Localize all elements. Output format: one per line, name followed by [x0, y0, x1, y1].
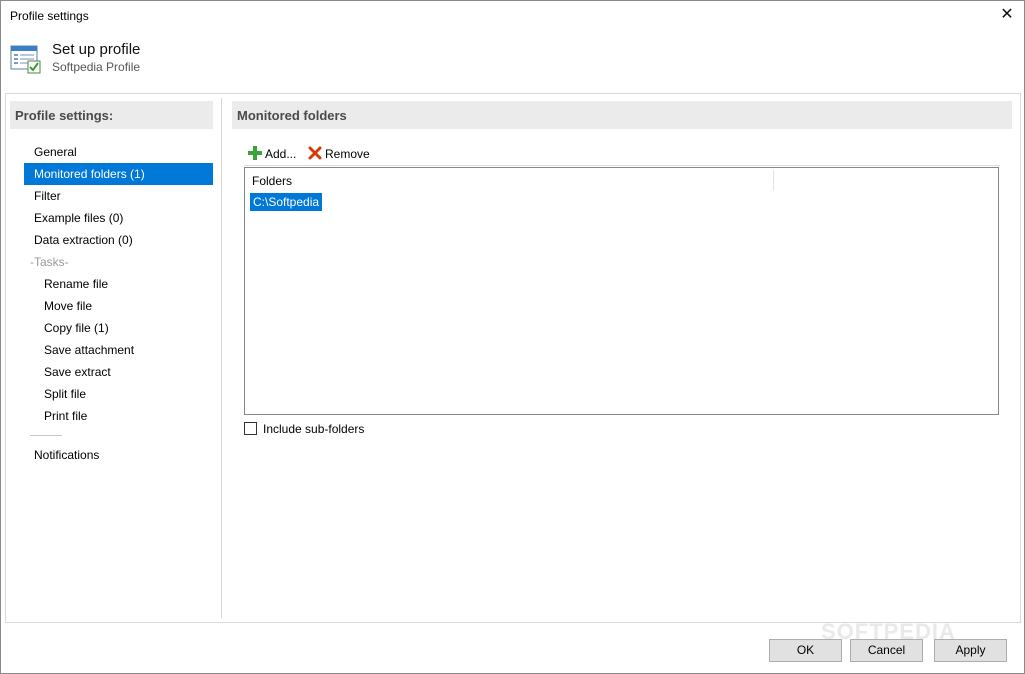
title-bar: Profile settings ✕	[1, 1, 1024, 31]
nav-heading: Profile settings:	[10, 101, 213, 129]
nav-item-rename-file[interactable]: Rename file	[24, 273, 213, 295]
panel-divider[interactable]	[221, 98, 222, 618]
nav-heading-label: Profile settings:	[15, 108, 114, 123]
remove-button[interactable]: Remove	[308, 145, 370, 163]
column-divider[interactable]	[773, 170, 774, 191]
nav-item-copy-file[interactable]: Copy file (1)	[24, 317, 213, 339]
add-button[interactable]: Add...	[248, 145, 296, 163]
add-button-label: Add...	[265, 147, 297, 161]
nav-item-general[interactable]: General	[24, 141, 213, 163]
folders-column-header[interactable]: Folders	[245, 168, 998, 192]
content-area: Profile settings: General Monitored fold…	[5, 93, 1021, 623]
folders-toolbar: Add... Remove	[244, 143, 1000, 166]
header-title: Set up profile	[52, 41, 141, 58]
nav-item-filter[interactable]: Filter	[24, 185, 213, 207]
folders-list[interactable]: Folders C:\Softpedia	[244, 167, 999, 415]
nav-separator	[24, 427, 213, 444]
nav-item-example-files[interactable]: Example files (0)	[24, 207, 213, 229]
tasks-group-label: -Tasks-	[30, 255, 69, 269]
add-icon	[248, 146, 262, 160]
nav-item-notifications[interactable]: Notifications	[24, 444, 213, 466]
nav-item-save-attachment[interactable]: Save attachment	[24, 339, 213, 361]
apply-button[interactable]: Apply	[934, 639, 1007, 662]
header-subtitle: Softpedia Profile	[52, 60, 141, 74]
close-icon[interactable]: ✕	[998, 6, 1016, 24]
section-heading: Monitored folders	[232, 101, 1012, 129]
dialog-header: Set up profile Softpedia Profile	[1, 31, 1024, 91]
monitored-folders-panel: Monitored folders Add... Remove Folders …	[232, 101, 1012, 617]
cancel-button[interactable]: Cancel	[850, 639, 923, 662]
remove-button-label: Remove	[325, 147, 370, 161]
nav-item-data-extraction[interactable]: Data extraction (0)	[24, 229, 213, 251]
checkbox-box[interactable]	[244, 422, 257, 435]
folder-row[interactable]: C:\Softpedia	[250, 193, 323, 211]
nav-item-move-file[interactable]: Move file	[24, 295, 213, 317]
window-title: Profile settings	[10, 9, 89, 23]
settings-nav-panel: Profile settings: General Monitored fold…	[10, 101, 213, 617]
include-subfolders-checkbox[interactable]: Include sub-folders	[244, 421, 364, 437]
ok-button[interactable]: OK	[769, 639, 842, 662]
remove-icon	[308, 146, 322, 160]
nav-item-split-file[interactable]: Split file	[24, 383, 213, 405]
profile-settings-window: Profile settings ✕ Set up profile Softpe…	[0, 0, 1025, 674]
nav-item-print-file[interactable]: Print file	[24, 405, 213, 427]
profile-window-icon	[10, 45, 41, 74]
section-heading-label: Monitored folders	[237, 108, 347, 123]
nav-item-save-extract[interactable]: Save extract	[24, 361, 213, 383]
settings-nav: General Monitored folders (1) Filter Exa…	[24, 141, 213, 466]
include-subfolders-label: Include sub-folders	[263, 422, 365, 436]
nav-item-monitored-folders[interactable]: Monitored folders (1)	[24, 163, 213, 185]
folders-column-label: Folders	[252, 174, 293, 188]
